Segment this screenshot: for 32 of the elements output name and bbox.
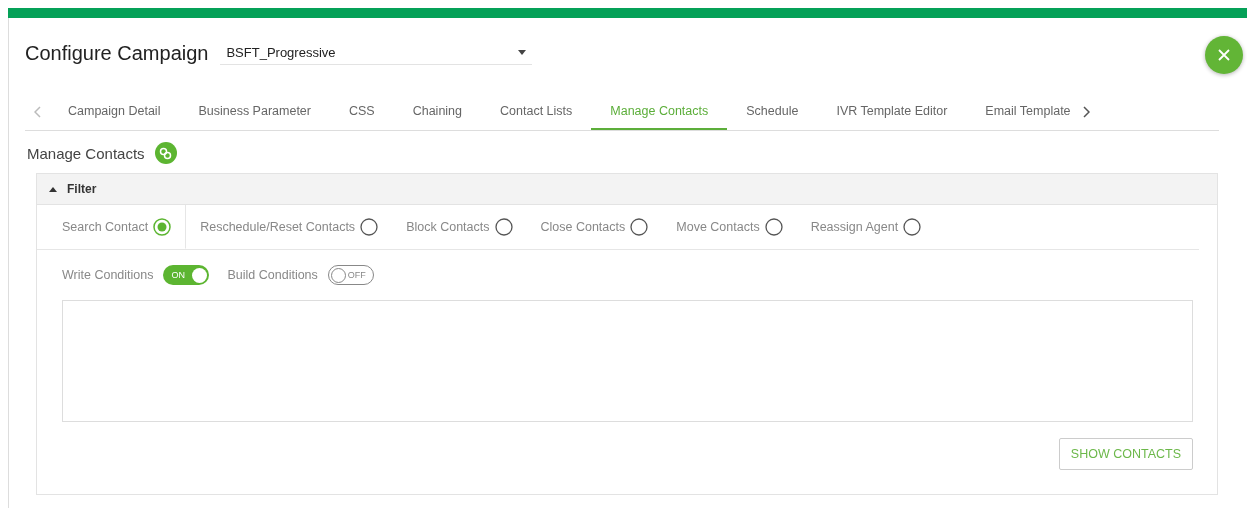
section-title: Manage Contacts: [27, 144, 145, 162]
tab[interactable]: Email Template: [966, 94, 1075, 130]
toggle-label: Build Conditions: [227, 268, 318, 282]
action-tab[interactable]: Block Contacts: [392, 205, 527, 249]
radio-button[interactable]: [764, 217, 783, 236]
page-title: Configure Campaign: [25, 41, 209, 65]
tab[interactable]: Business Parameter: [179, 94, 330, 130]
filter-title: Filter: [67, 182, 97, 196]
toggle-label: Write Conditions: [62, 268, 154, 282]
tab[interactable]: IVR Template Editor: [817, 94, 967, 130]
tab[interactable]: Schedule: [727, 94, 818, 130]
close-button[interactable]: [1205, 36, 1243, 74]
action-tab[interactable]: Reassign Agent: [796, 205, 936, 249]
action-tab[interactable]: Reschedule/Reset Contacts: [186, 205, 393, 249]
conditions-field[interactable]: [62, 300, 1193, 422]
action-tab[interactable]: Move Contacts: [662, 205, 797, 249]
tab[interactable]: CSS: [330, 94, 394, 130]
link-icon[interactable]: [154, 142, 177, 164]
radio-button[interactable]: [630, 217, 649, 236]
action-tab[interactable]: Search Contact: [37, 205, 187, 249]
radio-button[interactable]: [903, 217, 922, 236]
action-tab[interactable]: Close Contacts: [526, 205, 663, 249]
filter-header[interactable]: Filter: [37, 174, 1217, 205]
toggle-switch[interactable]: OFF: [327, 265, 374, 285]
tab[interactable]: Chaining: [393, 94, 482, 130]
close-icon: [1218, 49, 1230, 61]
radio-button[interactable]: [360, 217, 379, 236]
tab[interactable]: Campaign Detail: [49, 94, 180, 130]
tab[interactable]: Contact Lists: [481, 94, 592, 130]
radio-button[interactable]: [153, 217, 172, 236]
caret-icon: [518, 50, 527, 55]
radio-button[interactable]: [494, 217, 513, 236]
